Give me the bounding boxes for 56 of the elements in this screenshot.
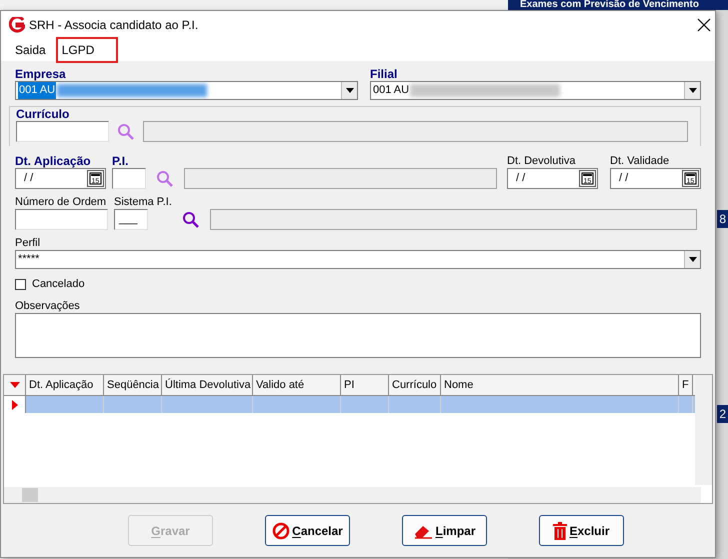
column-header[interactable]: Currículo — [389, 375, 441, 395]
field-label: P.I. — [112, 154, 130, 168]
input-field[interactable]: ___ — [114, 209, 148, 230]
caret-icon — [10, 382, 20, 388]
column-header[interactable]: F — [679, 375, 693, 395]
field-label: Observações — [15, 299, 81, 313]
background-window-title: Exames com Previsão de Vencimento — [508, 0, 728, 10]
row-pointer-icon — [12, 400, 18, 410]
search-icon[interactable] — [182, 210, 200, 228]
column-header[interactable]: Valido até — [253, 375, 341, 395]
horizontal-scrollbar[interactable] — [4, 487, 701, 503]
field-label: Dt. Aplicação — [15, 154, 92, 168]
dropdown-arrow-button[interactable] — [341, 82, 357, 99]
column-header[interactable]: Dt. Aplicação — [26, 375, 104, 395]
vertical-scrollbar[interactable] — [695, 375, 712, 485]
dropdown-arrow-button[interactable] — [684, 251, 700, 268]
action-button[interactable]: Excluir — [539, 515, 624, 546]
column-header[interactable]: Última Devolutiva — [162, 375, 253, 395]
background-text: 2 — [717, 405, 728, 423]
caret-icon — [346, 88, 354, 93]
profile-dropdown[interactable]: ***** — [15, 250, 701, 269]
menu-item[interactable]: LGPD — [56, 37, 118, 63]
prohibited-icon — [272, 522, 290, 540]
notes-textarea[interactable] — [15, 313, 701, 358]
dropdown-arrow-button[interactable] — [684, 82, 700, 99]
field-label: Dt. Devolutiva — [507, 154, 576, 168]
field-label: Empresa — [15, 67, 67, 81]
field-label: Dt. Validade — [610, 154, 670, 168]
caret-icon — [688, 257, 696, 262]
dropdown-value: 001 AU — [18, 82, 56, 99]
background-text: 8 — [717, 210, 728, 228]
field-label: Perfil — [15, 236, 42, 250]
dropdown-value: ***** — [18, 252, 40, 268]
field-label: Currículo — [16, 107, 70, 121]
company-dropdown[interactable]: 001 AU — [15, 81, 358, 100]
close-icon[interactable] — [697, 18, 711, 32]
window-title: SRH - Associa candidato ao P.I. — [29, 17, 200, 34]
app-logo-icon — [9, 17, 25, 33]
input-field[interactable] — [112, 168, 146, 189]
field-label: Sistema P.I. — [114, 195, 172, 209]
menu-item[interactable]: Saida — [9, 37, 52, 63]
column-header[interactable]: PI — [341, 375, 389, 395]
checkbox[interactable] — [15, 278, 26, 290]
field-label: Filial — [370, 67, 398, 81]
input-field[interactable] — [15, 209, 108, 230]
branch-dropdown[interactable]: 001 AU — [370, 81, 701, 100]
caret-icon — [688, 88, 696, 93]
action-button[interactable]: Cancelar — [265, 515, 350, 546]
column-header[interactable]: Nome — [441, 375, 679, 395]
column-header[interactable]: Seqüência — [104, 375, 162, 395]
trash-icon — [553, 522, 568, 540]
dropdown-value: 001 AU — [373, 83, 410, 98]
field-label: Número de Ordem — [15, 195, 108, 209]
checkbox-label: Cancelado — [32, 277, 85, 291]
action-button[interactable]: Limpar — [402, 515, 487, 546]
input-field[interactable] — [16, 121, 109, 142]
